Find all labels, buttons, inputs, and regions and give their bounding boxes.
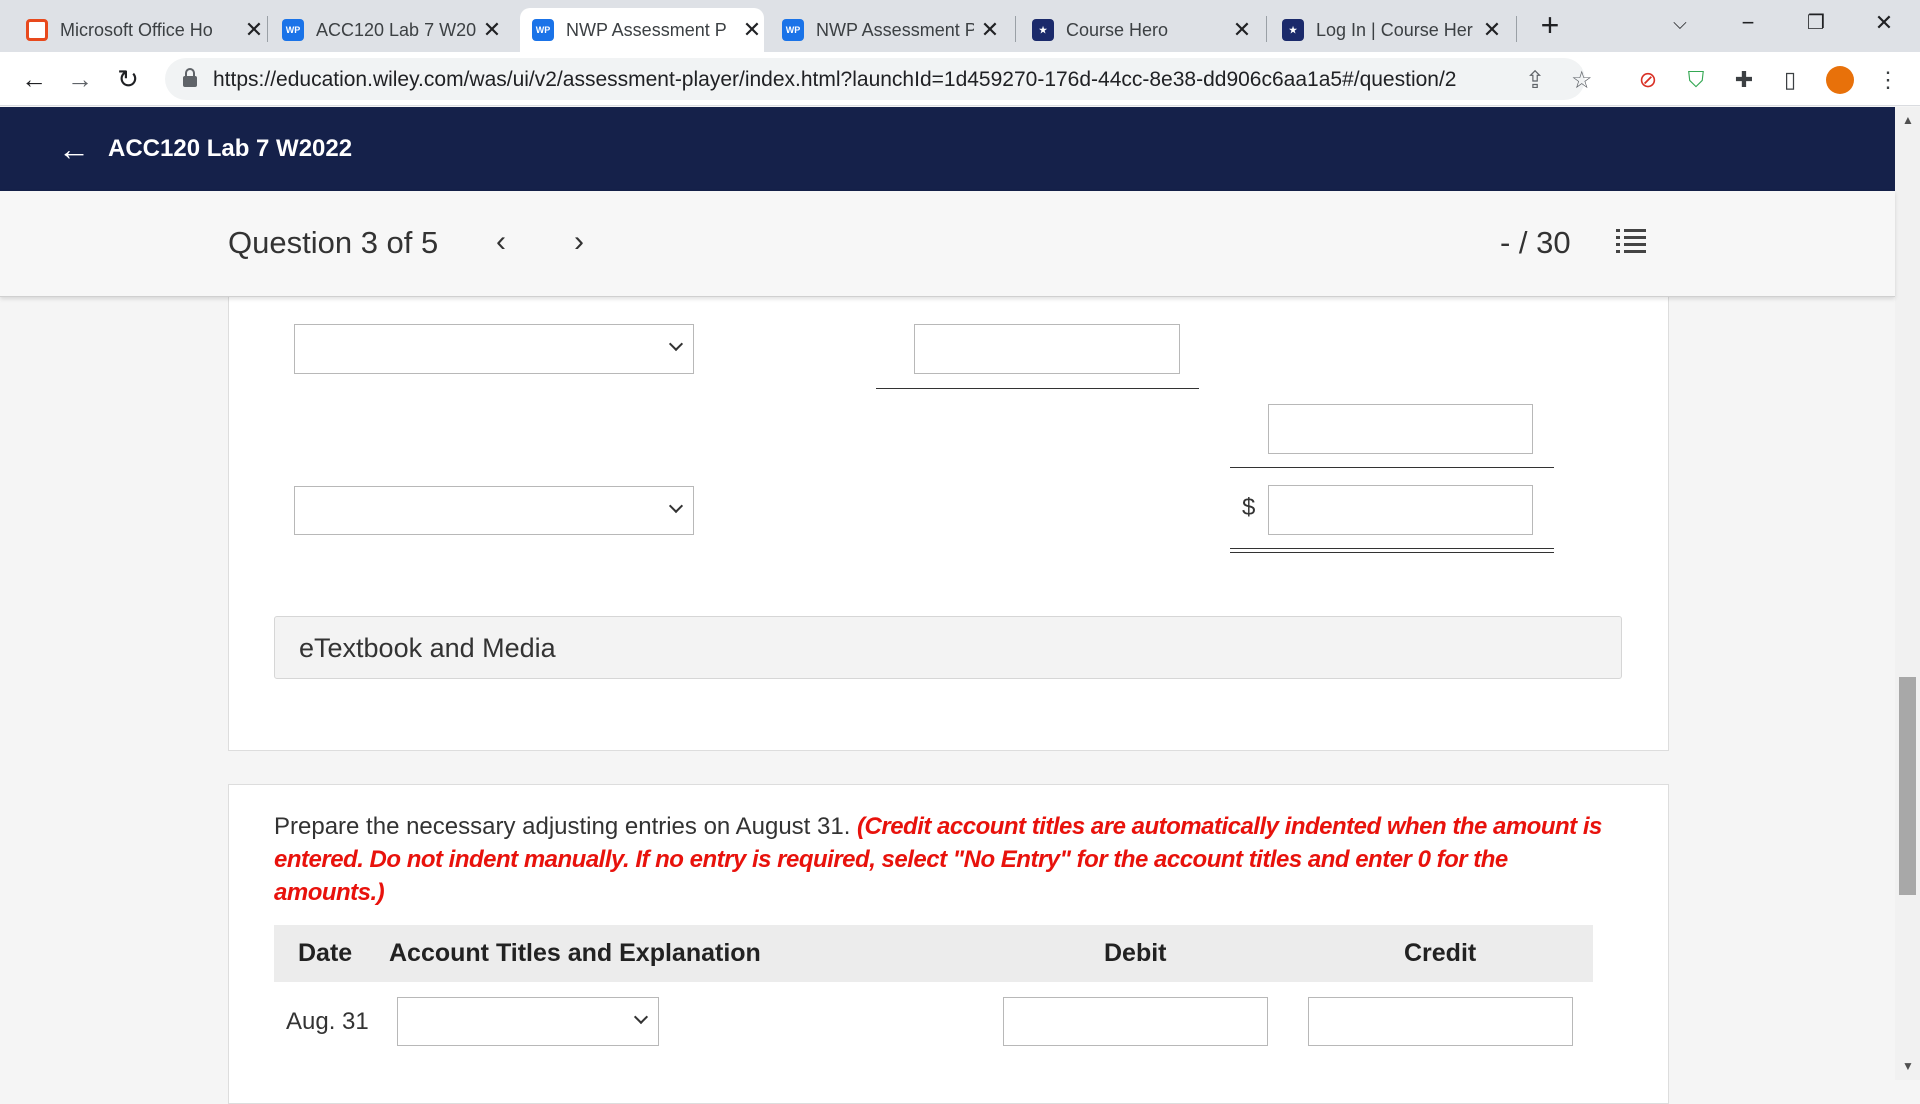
tab-title: ACC120 Lab 7 W20 [316,19,476,40]
block-extension-icon[interactable]: ⊘ [1634,66,1662,94]
tab-title: NWP Assessment P [566,19,727,40]
prompt-text: Prepare the necessary adjusting entries … [274,813,858,840]
scrollbar-thumb[interactable] [1899,677,1916,895]
previous-question-icon[interactable]: ‹ [496,225,506,259]
window-close-icon[interactable]: ✕ [1864,6,1904,40]
tab-separator [1266,16,1267,42]
chevron-down-icon [668,336,684,352]
next-question-icon[interactable]: › [574,225,584,259]
total-double-rule-bottom [1230,552,1554,553]
scroll-down-icon[interactable]: ▼ [1902,1059,1914,1073]
etextbook-media-label: eTextbook and Media [299,633,556,663]
subtotal-rule [876,388,1199,389]
question-prompt: Prepare the necessary adjusting entries … [274,810,1614,909]
account-select[interactable] [294,486,694,535]
tab-nwp-assessment[interactable]: WP NWP Assessment P ✕ [782,8,1002,52]
back-icon[interactable]: ← [18,64,50,96]
lock-icon [183,68,197,87]
tab-nwp-assessment-active[interactable]: WP NWP Assessment P ✕ [520,8,764,52]
credit-input[interactable] [1308,997,1573,1046]
tab-title: Course Hero [1066,19,1169,40]
course-hero-icon: ★ [1032,19,1054,41]
close-icon[interactable]: ✕ [978,17,1002,43]
score-display: - / 30 [1500,225,1571,260]
tab-title: NWP Assessment P [816,19,974,40]
header-credit: Credit [1404,939,1477,967]
tab-separator [1015,16,1016,42]
subtotal-rule [1230,467,1554,468]
restore-icon[interactable]: ❐ [1796,6,1836,40]
chevron-down-icon [668,498,684,514]
journal-table-header: Date Account Titles and Explanation Debi… [274,925,1593,982]
close-icon[interactable]: ✕ [1480,17,1504,43]
tab-acc120-lab[interactable]: WP ACC120 Lab 7 W20 ✕ [282,8,504,52]
menu-kebab-icon[interactable]: ⋮ [1874,66,1902,94]
profile-avatar[interactable] [1826,66,1854,94]
shield-extension-icon[interactable]: ⛉ [1682,66,1710,94]
tab-title: Microsoft Office Ho [60,19,213,40]
question-nav-bar: Question 3 of 5 ‹ › - / 30 [0,191,1895,297]
question-counter: Question 3 of 5 [228,225,439,260]
assignment-title: ACC120 Lab 7 W2022 [108,135,353,162]
browser-tab-bar: Microsoft Office Ho ✕ WP ACC120 Lab 7 W2… [0,0,1920,52]
header-account-titles: Account Titles and Explanation [389,939,761,967]
browser-toolbar: ← → ↻ https://education.wiley.com/was/ui… [0,52,1920,106]
total-double-rule-top [1230,548,1554,549]
tab-course-hero[interactable]: ★ Course Hero ✕ [1032,8,1254,52]
total-amount-input[interactable] [1268,485,1533,535]
amount-input[interactable] [914,324,1180,374]
office-icon [26,19,48,41]
scroll-up-icon[interactable]: ▲ [1902,113,1914,127]
tab-separator [1516,16,1517,42]
wp-icon: WP [782,19,804,41]
new-tab-icon[interactable]: + [1536,9,1564,41]
close-icon[interactable]: ✕ [242,17,266,43]
tab-title: Log In | Course Her [1316,19,1473,40]
share-icon[interactable]: ⇪ [1525,66,1545,95]
side-panel-icon[interactable]: ▯ [1776,66,1804,94]
debit-input[interactable] [1003,997,1268,1046]
tab-microsoft-office[interactable]: Microsoft Office Ho ✕ [26,8,266,52]
course-hero-icon: ★ [1282,19,1304,41]
account-select[interactable] [294,324,694,374]
header-debit: Debit [1104,939,1167,967]
question-list-icon[interactable] [1616,227,1646,255]
forward-icon[interactable]: → [64,64,96,96]
wp-icon: WP [282,19,304,41]
amount-input[interactable] [1268,404,1533,454]
chevron-down-icon [633,1009,649,1025]
tab-separator [267,16,268,42]
close-icon[interactable]: ✕ [740,17,764,43]
extensions-puzzle-icon[interactable]: ✚ [1730,66,1758,94]
app-header: ← ACC120 Lab 7 W2022 [0,107,1895,191]
address-bar[interactable]: https://education.wiley.com/was/ui/v2/as… [165,58,1593,100]
wp-icon: WP [532,19,554,41]
bookmark-star-icon[interactable]: ☆ [1571,66,1593,95]
minimize-icon[interactable]: − [1728,6,1768,40]
reload-icon[interactable]: ↻ [112,64,144,96]
close-icon[interactable]: ✕ [1230,17,1254,43]
page-scrollbar[interactable]: ▲ ▼ [1895,107,1920,1080]
back-arrow-icon[interactable]: ← [58,131,90,168]
entry-date: Aug. 31 [286,1008,369,1035]
tab-course-hero-login[interactable]: ★ Log In | Course Her ✕ [1282,8,1504,52]
header-date: Date [298,939,353,967]
tab-search-chevron-icon[interactable]: ⌵ [1660,6,1700,40]
etextbook-media-panel[interactable]: eTextbook and Media [274,616,1622,679]
close-icon[interactable]: ✕ [480,17,504,43]
account-title-select[interactable] [397,997,659,1046]
dollar-sign: $ [1242,494,1256,521]
url-text[interactable]: https://education.wiley.com/was/ui/v2/as… [213,68,1456,92]
